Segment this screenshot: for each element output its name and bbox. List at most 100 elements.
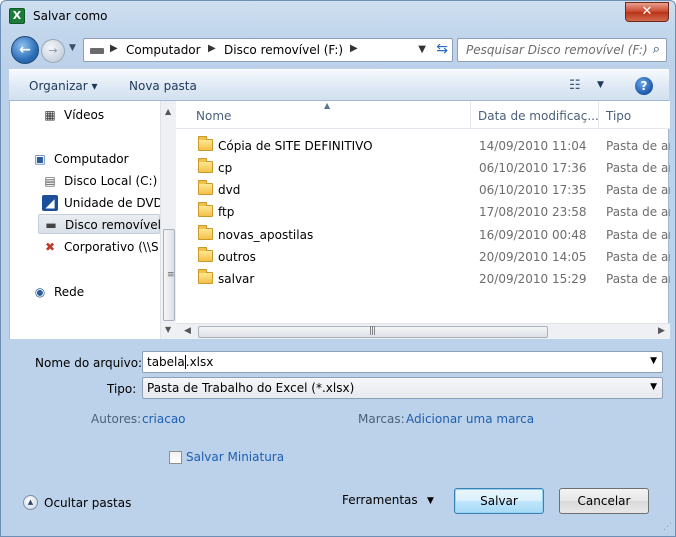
chevron-right-icon[interactable]: ▶: [350, 43, 358, 54]
file-list[interactable]: ▲ Nome Data de modificaç... Tipo Cópia d…: [176, 101, 670, 323]
folder-icon: [198, 158, 213, 173]
folder-icon: [198, 202, 213, 217]
tags-field[interactable]: Adicionar uma marca: [406, 412, 534, 426]
navigation-pane[interactable]: ▦ Vídeos ▣ Computador ▤ Disco Local (C:)…: [10, 101, 176, 323]
breadcrumb-removable-disk[interactable]: Disco removível (F:): [224, 43, 343, 57]
column-divider[interactable]: [598, 101, 599, 129]
browser-area: ▦ Vídeos ▣ Computador ▤ Disco Local (C:)…: [9, 101, 670, 339]
search-input[interactable]: Pesquisar Disco removível (F:) ⌕: [457, 38, 667, 62]
chevron-right-icon[interactable]: ▶: [208, 43, 216, 54]
resize-grip-icon[interactable]: ⋰: [663, 522, 672, 532]
file-row[interactable]: dvd 06/10/2010 17:35 Pasta de arquivos: [176, 179, 670, 201]
new-folder-button[interactable]: Nova pasta: [129, 79, 197, 93]
filetype-value: Pasta de Trabalho do Excel (*.xlsx): [147, 381, 355, 395]
column-header-name[interactable]: Nome: [196, 109, 231, 123]
chevron-right-icon[interactable]: ▶: [110, 43, 118, 54]
grip-icon: |||: [369, 326, 376, 336]
network-icon: ◉: [34, 285, 46, 299]
file-type: Pasta de arquivos: [606, 205, 670, 219]
scroll-right-icon[interactable]: ▶: [658, 326, 665, 336]
address-dropdown-icon[interactable]: ▼: [418, 44, 426, 55]
back-button[interactable]: ←: [11, 36, 39, 64]
filename-label: Nome do arquivo:: [35, 356, 143, 370]
filename-value: tabela.xlsx: [147, 355, 214, 369]
address-bar[interactable]: ▶ Computador ▶ Disco removível (F:) ▶ ▼ …: [83, 38, 453, 62]
sidebar-item-removable-disk[interactable]: ▬ Disco removível: [38, 214, 161, 234]
column-divider[interactable]: [470, 101, 471, 129]
sidebar-item-dvd[interactable]: ◢ Unidade de DVD: [42, 193, 163, 213]
tools-menu-button[interactable]: Ferramentas: [342, 493, 418, 507]
file-row[interactable]: salvar 20/09/2010 15:29 Pasta de arquivo…: [176, 268, 670, 290]
cancel-button[interactable]: Cancelar: [559, 488, 649, 514]
sidebar-item-label: Computador: [54, 152, 129, 166]
filetype-select[interactable]: Pasta de Trabalho do Excel (*.xlsx) ▼: [142, 377, 663, 399]
video-icon: ▦: [44, 108, 56, 122]
file-list-horizontal-scrollbar[interactable]: ◀ ||| ▶: [176, 323, 670, 339]
folder-icon: [198, 225, 213, 240]
filename-input[interactable]: tabela.xlsx ▼: [142, 351, 663, 373]
excel-icon: X: [9, 8, 25, 24]
folder-icon: [198, 136, 213, 151]
folder-icon: [198, 269, 213, 284]
help-icon[interactable]: ?: [635, 77, 653, 95]
navigation-pane-scrollbar[interactable]: ▲ ≡ ▼: [160, 101, 176, 339]
file-name: salvar: [218, 272, 255, 286]
authors-field[interactable]: criacao: [142, 412, 186, 426]
file-date: 20/09/2010 14:05: [479, 250, 587, 264]
scroll-left-icon[interactable]: ◀: [184, 326, 191, 336]
file-type: Pasta de arquivos: [606, 250, 670, 264]
sidebar-item-videos[interactable]: ▦ Vídeos: [42, 105, 158, 125]
save-button[interactable]: Salvar: [454, 488, 544, 514]
folder-icon: [198, 247, 213, 262]
column-header-row: ▲ Nome Data de modificaç... Tipo: [176, 101, 670, 129]
column-header-date[interactable]: Data de modificaç...: [478, 109, 599, 123]
file-type: Pasta de arquivos: [606, 272, 670, 286]
recent-pages-dropdown-icon[interactable]: ▼: [69, 43, 76, 53]
search-placeholder: Pesquisar Disco removível (F:): [466, 43, 648, 57]
scroll-down-icon[interactable]: ▼: [165, 325, 171, 334]
window-title: Salvar como: [33, 9, 108, 23]
sidebar-item-local-disk[interactable]: ▤ Disco Local (C:): [42, 171, 158, 191]
search-icon[interactable]: ⌕: [653, 42, 660, 57]
file-row[interactable]: novas_apostilas 16/09/2010 00:48 Pasta d…: [176, 224, 670, 246]
file-name: outros: [218, 250, 256, 264]
close-button[interactable]: ✕: [625, 2, 669, 22]
refresh-icon[interactable]: ⇆: [436, 41, 448, 57]
scroll-thumb[interactable]: ≡: [163, 229, 175, 321]
organize-menu-button[interactable]: Organizar ▾: [29, 79, 98, 93]
chevron-up-icon[interactable]: ▲: [23, 495, 38, 510]
file-date: 06/10/2010 17:35: [479, 183, 587, 197]
file-row[interactable]: cp 06/10/2010 17:36 Pasta de arquivos: [176, 157, 670, 179]
chevron-down-icon[interactable]: ▼: [650, 356, 657, 366]
file-type: Pasta de arquivos: [606, 228, 670, 242]
save-thumbnail-checkbox[interactable]: [169, 451, 182, 464]
title-bar[interactable]: X Salvar como ✕: [1, 1, 675, 31]
navigation-bar: ← → ▼ ▶ Computador ▶ Disco removível (F:…: [9, 35, 669, 65]
file-row[interactable]: Cópia de SITE DEFINITIVO 14/09/2010 11:0…: [176, 135, 670, 157]
view-options-icon[interactable]: ☷: [569, 78, 581, 93]
view-dropdown-icon[interactable]: ▼: [597, 80, 604, 90]
file-name: Cópia de SITE DEFINITIVO: [218, 139, 373, 153]
sidebar-item-label: Disco Local (C:): [64, 174, 158, 188]
file-type: Pasta de arquivos: [606, 161, 670, 175]
file-date: 16/09/2010 00:48: [479, 228, 587, 242]
file-row[interactable]: outros 20/09/2010 14:05 Pasta de arquivo…: [176, 246, 670, 268]
sidebar-item-corporate[interactable]: ✖ Corporativo (\\S: [42, 237, 159, 257]
chevron-down-icon[interactable]: ▼: [650, 382, 657, 392]
save-thumbnail-label[interactable]: Salvar Miniatura: [186, 450, 284, 464]
breadcrumb-computer[interactable]: Computador: [126, 43, 201, 57]
file-row[interactable]: ftp 17/08/2010 23:58 Pasta de arquivos: [176, 201, 670, 223]
file-name: cp: [218, 161, 233, 175]
tools-dropdown-icon[interactable]: ▼: [427, 496, 434, 506]
sidebar-item-computer[interactable]: ▣ Computador: [32, 149, 158, 169]
hide-folders-button[interactable]: Ocultar pastas: [44, 496, 131, 510]
scroll-thumb[interactable]: |||: [198, 326, 548, 338]
sidebar-item-network[interactable]: ◉ Rede: [32, 282, 158, 302]
network-drive-icon: ✖: [44, 240, 56, 254]
column-header-type[interactable]: Tipo: [606, 109, 631, 123]
forward-button[interactable]: →: [41, 39, 65, 63]
scroll-up-icon[interactable]: ▲: [165, 107, 171, 116]
hard-drive-icon: ▤: [44, 174, 56, 188]
file-type: Pasta de arquivos: [606, 183, 670, 197]
sidebar-item-label: Rede: [54, 285, 85, 299]
